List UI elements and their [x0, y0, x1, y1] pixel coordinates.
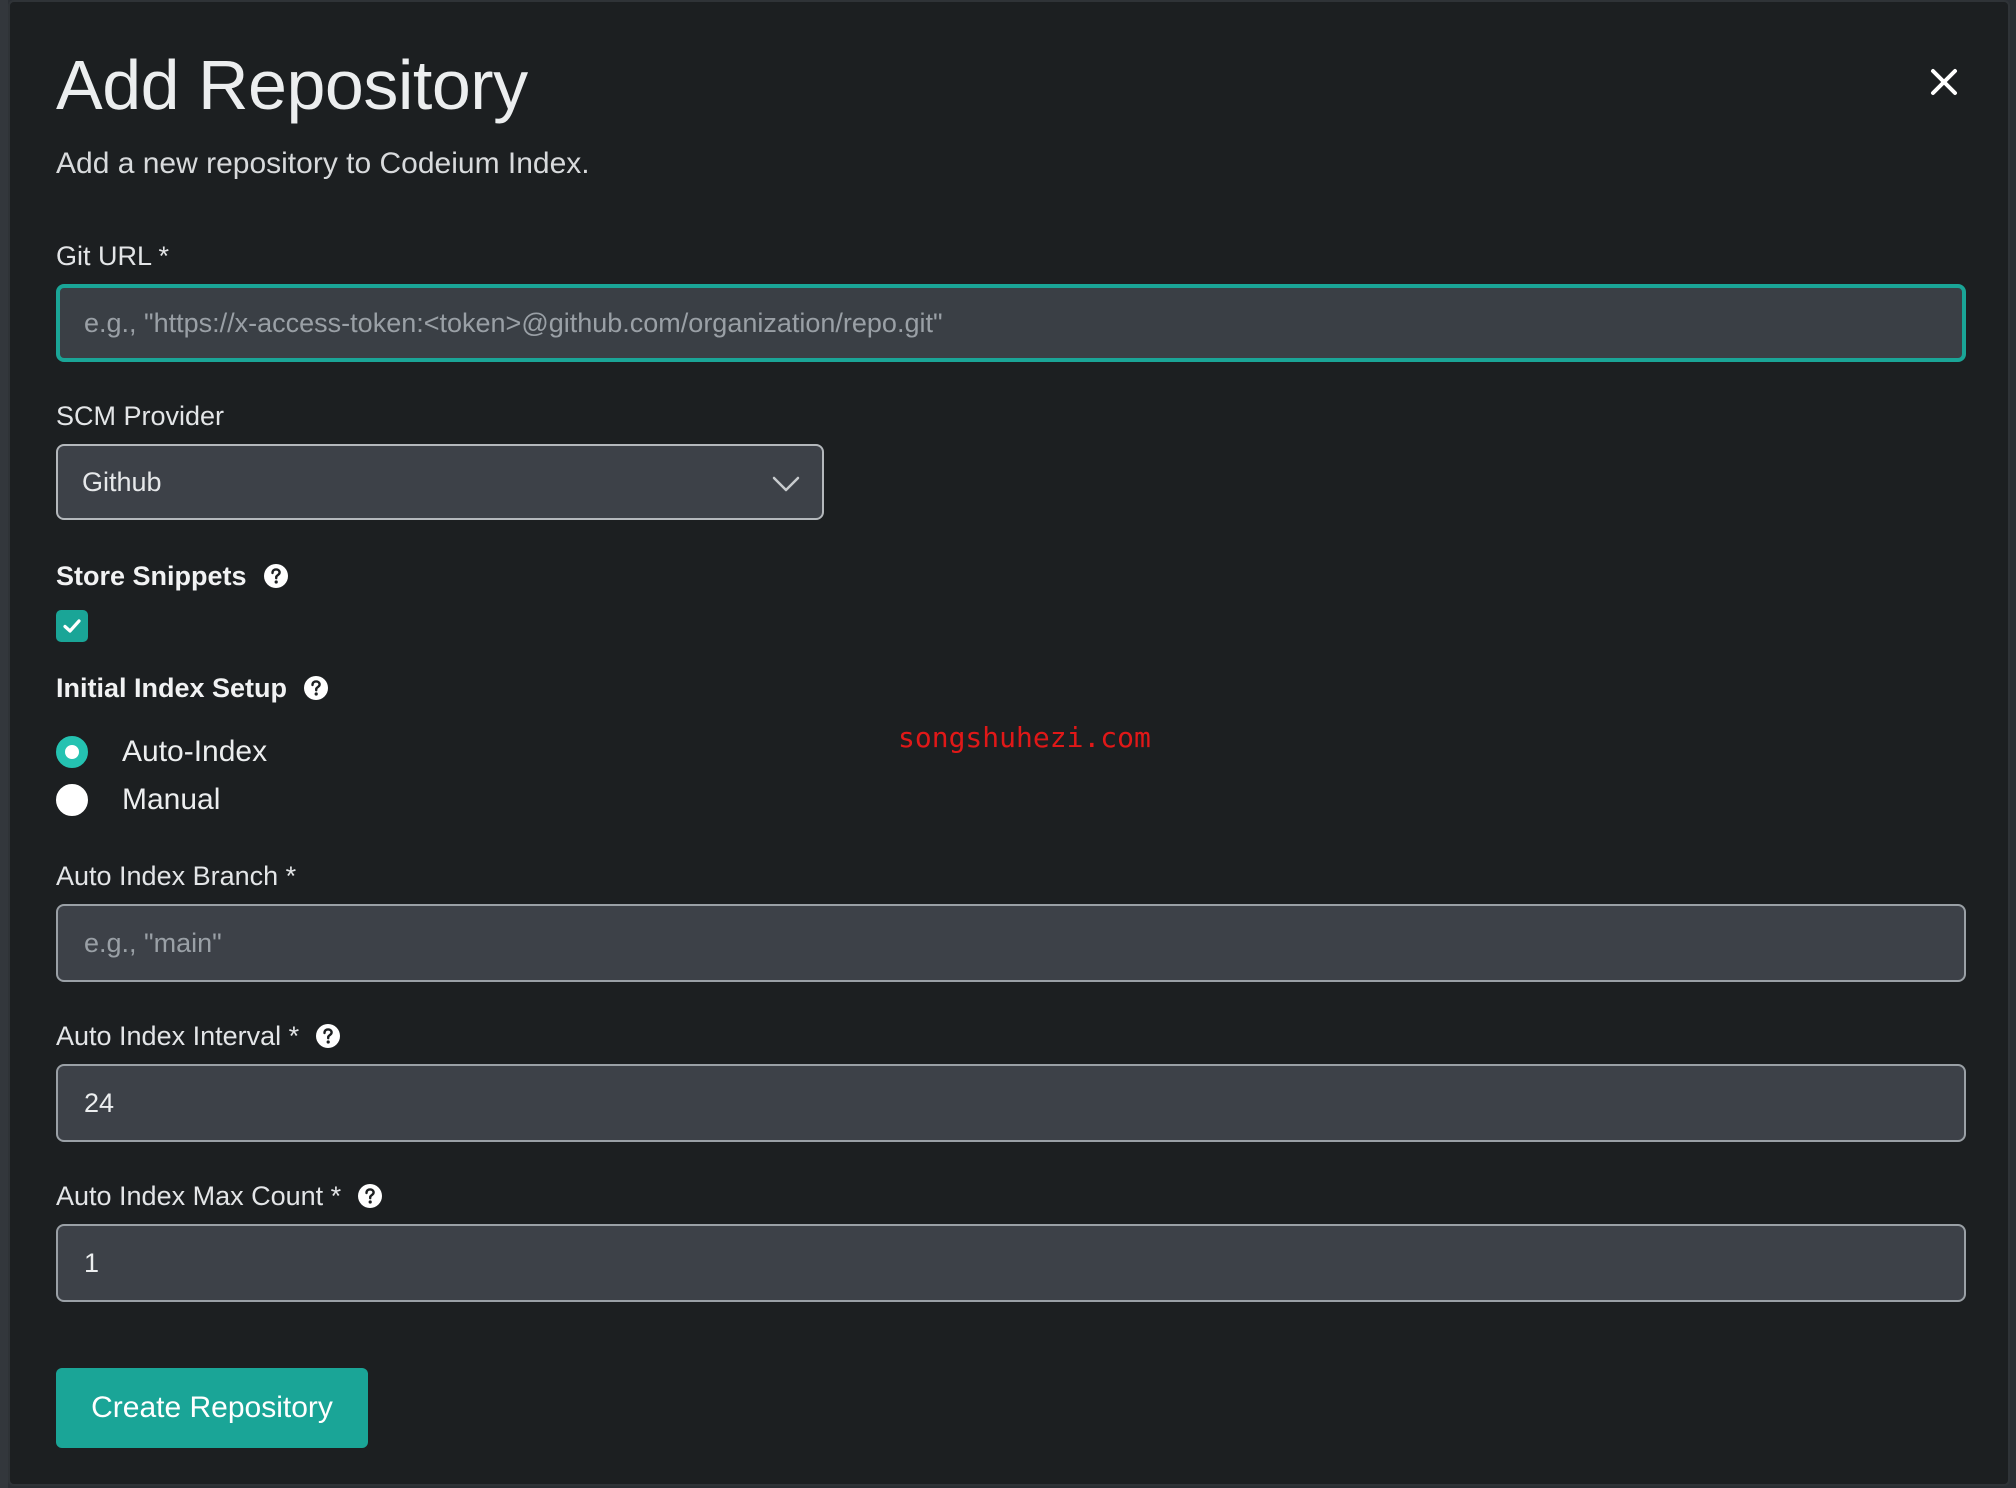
auto-index-max-count-label-text: Auto Index Max Count *	[56, 1181, 342, 1211]
scm-provider-value: Github	[82, 467, 162, 497]
initial-index-setup-label-text: Initial Index Setup	[56, 673, 288, 703]
manual-radio[interactable]	[56, 784, 88, 816]
question-circle-icon[interactable]	[303, 675, 329, 701]
background-page	[0, 0, 8, 1488]
auto-index-radio[interactable]	[56, 736, 88, 768]
auto-index-radio-label[interactable]: Auto-Index	[122, 732, 267, 772]
store-snippets-checkbox[interactable]	[56, 610, 88, 642]
initial-index-setup-label: Initial Index Setup	[56, 670, 329, 706]
store-snippets-label-text: Store Snippets	[56, 561, 247, 591]
scm-provider-label: SCM Provider	[56, 401, 225, 431]
manual-radio-label[interactable]: Manual	[122, 780, 220, 820]
store-snippets-label: Store Snippets	[56, 558, 289, 594]
auto-index-branch-input[interactable]	[56, 904, 1966, 982]
chevron-down-icon	[770, 468, 802, 500]
add-repository-dialog: Add Repository Add a new repository to C…	[8, 0, 2010, 1486]
question-circle-icon[interactable]	[315, 1023, 341, 1049]
dialog-subtitle: Add a new repository to Codeium Index.	[56, 147, 590, 180]
create-repository-button[interactable]: Create Repository	[56, 1368, 368, 1448]
auto-index-max-count-label: Auto Index Max Count *	[56, 1178, 383, 1214]
watermark-text: songshuhezi.com	[898, 721, 1151, 754]
checkmark-icon	[63, 619, 81, 633]
auto-index-interval-label-text: Auto Index Interval *	[56, 1021, 300, 1051]
auto-index-branch-label: Auto Index Branch *	[56, 861, 297, 891]
auto-index-max-count-input[interactable]	[56, 1224, 1966, 1302]
auto-index-interval-label: Auto Index Interval *	[56, 1018, 341, 1054]
dialog-title: Add Repository	[56, 46, 528, 124]
question-circle-icon[interactable]	[263, 563, 289, 589]
git-url-label: Git URL *	[56, 241, 170, 271]
auto-index-interval-input[interactable]	[56, 1064, 1966, 1142]
question-circle-icon[interactable]	[357, 1183, 383, 1209]
close-button[interactable]	[1920, 58, 1968, 106]
close-icon	[1931, 69, 1957, 95]
scm-provider-select[interactable]: Github	[56, 444, 824, 520]
git-url-input[interactable]	[56, 284, 1966, 362]
